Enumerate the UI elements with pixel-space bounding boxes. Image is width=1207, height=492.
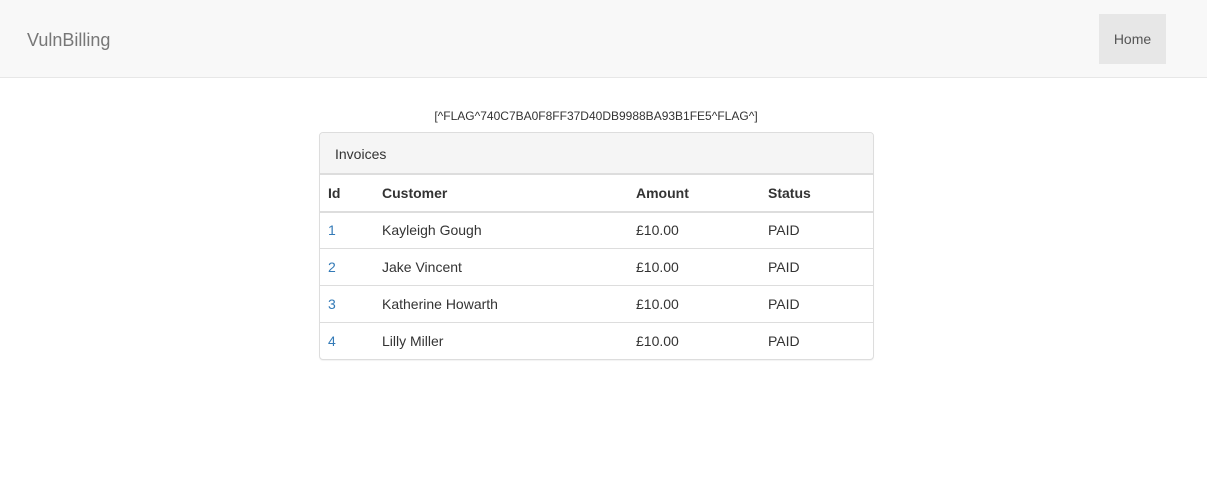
column-header-amount: Amount [628, 174, 760, 213]
status-cell: PAID [760, 248, 873, 286]
invoice-id-link[interactable]: 3 [328, 296, 336, 312]
brand-link[interactable]: VulnBilling [27, 30, 110, 50]
status-cell: PAID [768, 222, 800, 239]
panel-title: Invoices [320, 133, 873, 174]
customer-cell: Kayleigh Gough [382, 222, 482, 239]
id-cell: 1 [320, 212, 374, 249]
id-cell: 3 [320, 285, 374, 323]
status-cell: PAID [760, 322, 873, 359]
column-header-status: Status [760, 174, 873, 213]
amount-cell: £10.00 [628, 248, 760, 286]
table-row: 4 Lilly Miller £10.00 PAID [320, 322, 873, 359]
customer-cell: Lilly Miller [374, 322, 628, 359]
table-row: 2 Jake Vincent £10.00 PAID [320, 248, 873, 286]
column-header-customer: Customer [374, 174, 628, 213]
flag-text: [^FLAG^740C7BA0F8FF37D40DB9988BA93B1FE5^… [434, 109, 758, 123]
column-header-id: Id [320, 174, 374, 213]
customer-cell: Jake Vincent [374, 248, 628, 286]
invoice-id-link[interactable]: 1 [328, 222, 336, 238]
invoices-panel: Invoices Id Customer Amount Status 1 Kay… [319, 132, 874, 360]
invoices-table: Id Customer Amount Status 1 Kayleigh Gou… [320, 174, 873, 359]
amount-cell: £10.00 [628, 285, 760, 323]
amount-cell: £10.00 [628, 322, 760, 359]
nav-home-link[interactable]: Home [1099, 14, 1166, 64]
navbar: VulnBilling Home [0, 0, 1207, 78]
id-cell: 4 [320, 322, 374, 359]
amount-cell: £10.00 [636, 222, 679, 239]
customer-cell: Katherine Howarth [374, 285, 628, 323]
table-header-row: Id Customer Amount Status [320, 174, 873, 213]
invoice-id-link[interactable]: 4 [328, 333, 336, 349]
status-cell: PAID [760, 285, 873, 323]
table-row: 1 Kayleigh Gough £10.00 PAID [320, 212, 873, 249]
invoice-id-link[interactable]: 2 [328, 259, 336, 275]
id-cell: 2 [320, 248, 374, 286]
table-row: 3 Katherine Howarth £10.00 PAID [320, 285, 873, 323]
